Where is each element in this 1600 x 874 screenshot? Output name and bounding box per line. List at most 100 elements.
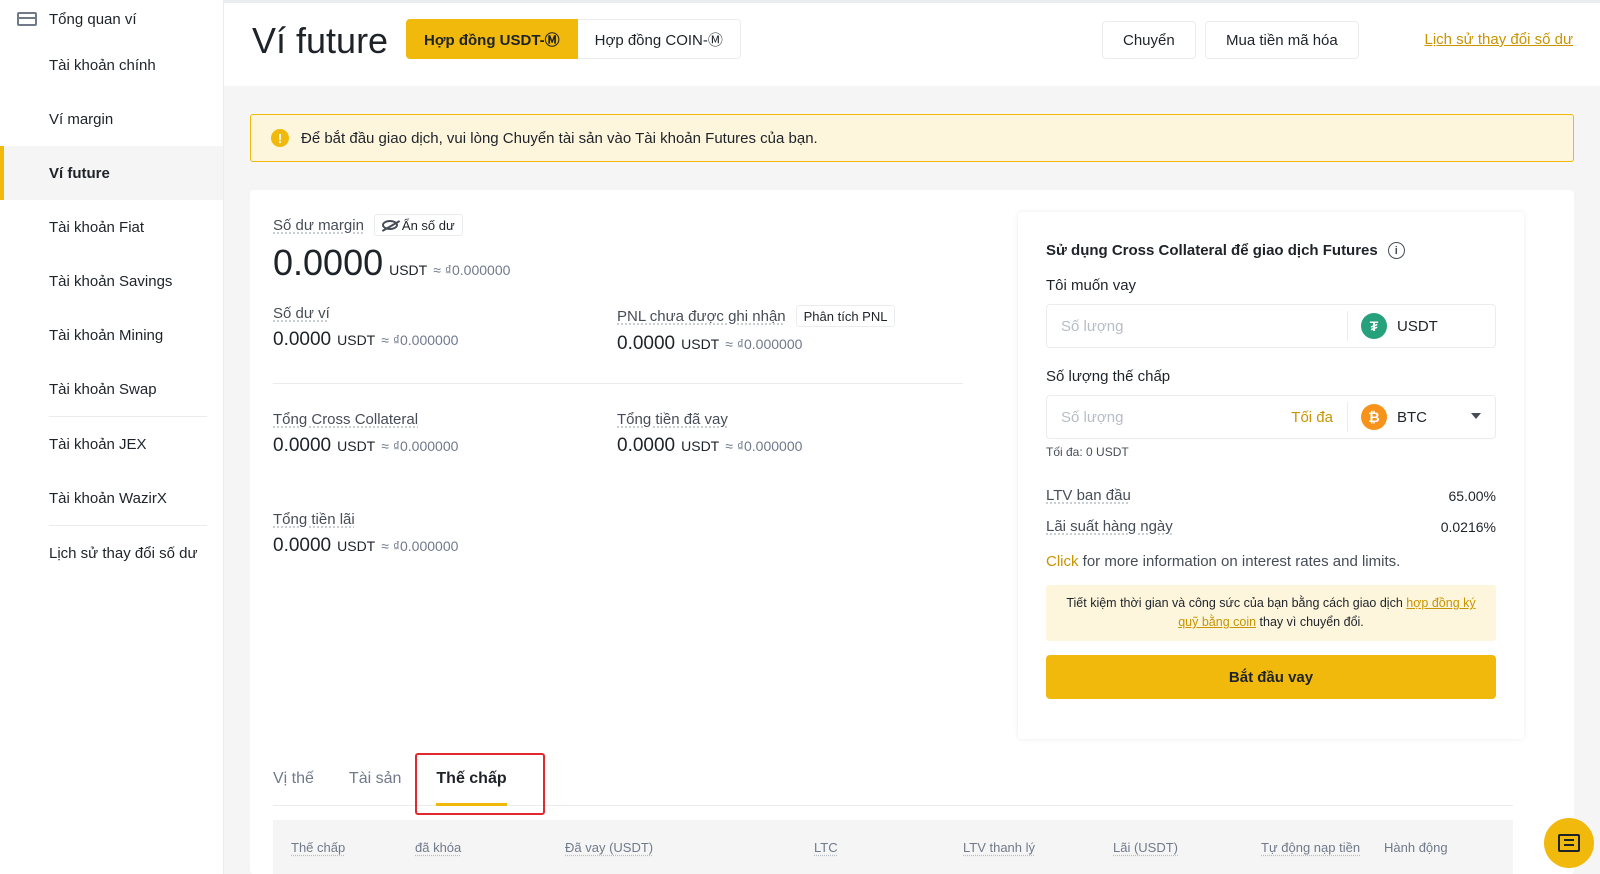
- promo-tail: thay vì chuyển đổi.: [1256, 615, 1364, 629]
- divider: [273, 383, 963, 384]
- more-info-text: for more information on interest rates a…: [1078, 553, 1401, 570]
- header: Ví future Hợp đồng USDT-Ⓜ Hợp đồng COIN-…: [224, 0, 1600, 86]
- sidebar-item-swap[interactable]: Tài khoản Swap: [0, 362, 223, 416]
- margin-balance-label: Số dư margin: [273, 216, 364, 234]
- unrealized-pnl-value: 0.0000: [617, 333, 676, 354]
- sidebar-item-label: Tài khoản Savings: [49, 272, 173, 290]
- chat-button[interactable]: [1544, 818, 1594, 868]
- highlight-box: [415, 753, 545, 815]
- tab-coin-m[interactable]: Hợp đồng COIN-Ⓜ: [577, 19, 741, 59]
- margin-balance-value: 0.0000: [273, 242, 384, 283]
- sidebar-item-wazirx[interactable]: Tài khoản WazirX: [0, 471, 223, 525]
- hide-balance-button[interactable]: Ẩn số dư: [373, 214, 463, 236]
- total-interest: Tổng tiền lãi 0.0000 USDT ≈ ₫0.000000: [273, 511, 458, 557]
- col-action: Hành động: [1384, 839, 1448, 855]
- margin-balance-unit: USDT: [389, 262, 428, 278]
- unrealized-pnl: PNL chưa được ghi nhận Phân tích PNL 0.0…: [617, 305, 896, 355]
- tab-assets[interactable]: Tài sản: [349, 770, 401, 806]
- sidebar-item-history[interactable]: Lịch sử thay đổi số dư: [0, 526, 223, 580]
- unrealized-pnl-unit: USDT: [681, 336, 720, 352]
- sidebar-item-label: Tài khoản JEX: [49, 435, 147, 453]
- total-interest-value: 0.0000: [273, 535, 332, 556]
- transfer-button[interactable]: Chuyển: [1102, 21, 1196, 59]
- tether-icon: ₮: [1361, 313, 1387, 339]
- col-collateral: Thế chấp: [291, 839, 346, 855]
- more-info: Click for more information on interest r…: [1046, 553, 1496, 570]
- sidebar-item-savings[interactable]: Tài khoản Savings: [0, 254, 223, 308]
- sidebar-item-label: Tài khoản WazirX: [49, 489, 167, 507]
- tab-positions[interactable]: Vị thế: [273, 770, 314, 806]
- max-link[interactable]: Tối đa: [1291, 409, 1333, 426]
- pnl-analysis-button[interactable]: Phân tích PNL: [795, 305, 896, 327]
- col-ltc: LTC: [814, 839, 838, 855]
- total-borrowed: Tổng tiền đã vay 0.0000 USDT ≈ ₫0.000000: [617, 411, 802, 457]
- wallet-icon: [17, 12, 37, 26]
- borrow-coin-label: USDT: [1397, 317, 1438, 335]
- sidebar-item-fiat[interactable]: Tài khoản Fiat: [0, 200, 223, 254]
- hide-balance-label: Ẩn số dư: [401, 217, 455, 233]
- chat-icon: [1558, 834, 1580, 852]
- collateral-label: Số lượng thế chấp: [1046, 368, 1171, 385]
- total-borrowed-value: 0.0000: [617, 435, 676, 456]
- initial-ltv-label: LTV ban đầu: [1046, 487, 1131, 504]
- total-interest-fiat: ≈ ₫0.000000: [381, 538, 459, 554]
- margin-balance: Số dư margin Ẩn số dư 0.0000 USDT ≈ ₫0.0…: [273, 214, 510, 284]
- borrow-amount-input[interactable]: [1047, 305, 1347, 347]
- daily-rate-value: 0.0216%: [1440, 518, 1496, 535]
- collateral-table-header: Thế chấp đã khóa Đã vay (USDT) LTC LTV t…: [273, 820, 1513, 874]
- initial-ltv-row: LTV ban đầu 65.00%: [1046, 487, 1496, 504]
- buy-crypto-button[interactable]: Mua tiền mã hóa: [1205, 21, 1359, 59]
- sidebar-item-jex[interactable]: Tài khoản JEX: [0, 417, 223, 471]
- cross-collateral-unit: USDT: [337, 438, 376, 454]
- sidebar-item-mining[interactable]: Tài khoản Mining: [0, 308, 223, 362]
- sidebar-item-label: Tài khoản Swap: [49, 380, 157, 398]
- sidebar: Tổng quan ví Tài khoản chính Ví margin V…: [0, 0, 224, 874]
- collateral-coin-select[interactable]: ₿ BTC: [1347, 402, 1495, 432]
- wallet-balance: Số dư ví 0.0000 USDT ≈ ₫0.000000: [273, 305, 458, 351]
- col-locked: đã khóa: [415, 839, 462, 855]
- eye-off-icon: [381, 220, 398, 230]
- promo-text: Tiết kiệm thời gian và công sức của bạn …: [1066, 596, 1407, 610]
- sidebar-item-label: Lịch sử thay đổi số dư: [49, 544, 198, 562]
- page-title: Ví future: [252, 20, 389, 61]
- sidebar-overview-label: Tổng quan ví: [49, 10, 137, 28]
- panel-title-text: Sử dụng Cross Collateral để giao dịch Fu…: [1046, 242, 1378, 259]
- sidebar-item-future[interactable]: Ví future: [0, 146, 223, 200]
- more-info-link[interactable]: Click: [1046, 553, 1079, 570]
- info-icon[interactable]: i: [1387, 242, 1405, 259]
- borrow-label: Tôi muốn vay: [1046, 277, 1137, 294]
- borrow-amount-box: ₮ USDT: [1046, 304, 1496, 348]
- cross-collateral-panel: Sử dụng Cross Collateral để giao dịch Fu…: [1018, 212, 1524, 739]
- sidebar-item-main[interactable]: Tài khoản chính: [0, 38, 223, 92]
- chevron-down-icon: [1471, 413, 1481, 419]
- notice-text: Để bắt đầu giao dịch, vui lòng Chuyển tà…: [301, 129, 818, 147]
- total-borrowed-fiat: ≈ ₫0.000000: [725, 438, 803, 454]
- futures-wallet-card: Số dư margin Ẩn số dư 0.0000 USDT ≈ ₫0.0…: [250, 190, 1574, 874]
- col-interest: Lãi (USDT): [1113, 839, 1179, 855]
- borrow-coin-select[interactable]: ₮ USDT: [1347, 311, 1495, 341]
- wallet-balance-value: 0.0000: [273, 329, 332, 350]
- collateral-amount-input[interactable]: [1047, 396, 1292, 438]
- cross-collateral-value: 0.0000: [273, 435, 332, 456]
- total-interest-unit: USDT: [337, 538, 376, 554]
- sidebar-overview[interactable]: Tổng quan ví: [0, 0, 223, 38]
- contract-switch: Hợp đồng USDT-Ⓜ Hợp đồng COIN-Ⓜ: [406, 19, 741, 59]
- wallet-balance-label: Số dư ví: [273, 305, 330, 322]
- wallet-balance-fiat: ≈ ₫0.000000: [381, 332, 459, 348]
- sidebar-item-margin[interactable]: Ví margin: [0, 92, 223, 146]
- notice-banner: ! Để bắt đầu giao dịch, vui lòng Chuyển …: [250, 114, 1574, 162]
- sidebar-item-label: Tài khoản Fiat: [49, 218, 145, 236]
- sidebar-item-label: Tài khoản Mining: [49, 326, 164, 344]
- max-hint: Tối đa: 0 USDT: [1046, 445, 1129, 459]
- warning-icon: !: [271, 129, 289, 147]
- cross-collateral-title: Sử dụng Cross Collateral để giao dịch Fu…: [1046, 242, 1496, 259]
- balance-history-link[interactable]: Lịch sử thay đổi số dư: [1425, 31, 1574, 48]
- wallet-balance-unit: USDT: [337, 332, 376, 348]
- total-interest-label: Tổng tiền lãi: [273, 511, 355, 528]
- start-borrow-button[interactable]: Bắt đầu vay: [1046, 655, 1496, 699]
- unrealized-pnl-label: PNL chưa được ghi nhận: [617, 307, 786, 325]
- tab-usdt-m[interactable]: Hợp đồng USDT-Ⓜ: [406, 19, 578, 59]
- total-cross-collateral: Tổng Cross Collateral 0.0000 USDT ≈ ₫0.0…: [273, 411, 458, 457]
- initial-ltv-value: 65.00%: [1448, 487, 1496, 504]
- collateral-coin-label: BTC: [1397, 408, 1427, 426]
